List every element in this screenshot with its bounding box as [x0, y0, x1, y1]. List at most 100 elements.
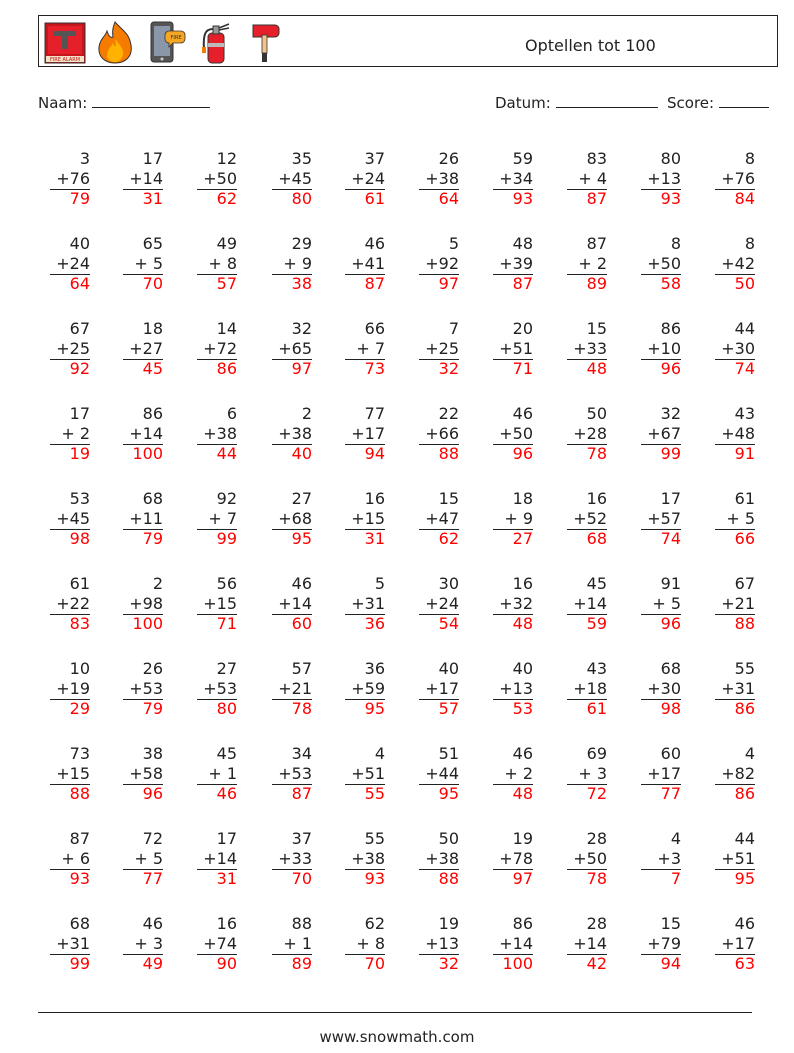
addend-bottom: +17	[721, 933, 755, 953]
problem: 22 +66 88	[419, 404, 459, 464]
answer: 53	[512, 699, 533, 718]
fire-alarm-icon: FIRE ALARM	[44, 22, 86, 64]
answer: 70	[291, 869, 312, 888]
answer: 32	[438, 359, 459, 378]
header-icons: FIRE ALARM FIRE	[43, 19, 287, 65]
answer: 93	[512, 189, 533, 208]
problem: 16 +32 48	[493, 574, 533, 634]
addend-top: 27	[291, 489, 312, 508]
problem: 68 +11 79	[123, 489, 163, 549]
answer: 91	[734, 444, 755, 463]
problem: 40 +13 53	[493, 659, 533, 719]
problem: 56 +15 71	[197, 574, 237, 634]
date-blank[interactable]	[555, 93, 658, 108]
addend-top: 5	[448, 234, 459, 253]
addend-top: 18	[142, 319, 163, 338]
addend-top: 46	[512, 404, 533, 423]
problem: 37 +33 70	[272, 829, 312, 889]
addend-top: 26	[438, 149, 459, 168]
addend-bottom: +30	[647, 678, 681, 698]
answer: 31	[364, 529, 385, 548]
answer: 38	[291, 274, 312, 293]
answer: 88	[734, 614, 755, 633]
addend-bottom: + 4	[578, 168, 607, 188]
problem: 17 +14 31	[123, 149, 163, 209]
problem: 36 +59 95	[345, 659, 385, 719]
addend-top: 19	[438, 914, 459, 933]
addend-top: 67	[734, 574, 755, 593]
answer: 96	[660, 359, 681, 378]
name-blank[interactable]	[92, 93, 211, 108]
addend-bottom: +38	[203, 423, 237, 443]
addend-bottom: +50	[203, 168, 237, 188]
addend-bottom: +10	[647, 338, 681, 358]
answer: 44	[216, 444, 237, 463]
answer: 95	[734, 869, 755, 888]
score-field[interactable]: Score:	[667, 93, 769, 112]
addend-top: 61	[69, 574, 90, 593]
addend-bottom: + 5	[134, 253, 163, 273]
addend-top: 16	[364, 489, 385, 508]
addend-bottom: +98	[129, 593, 163, 613]
answer: 66	[734, 529, 755, 548]
answer: 50	[734, 274, 755, 293]
problem: 37 +24 61	[345, 149, 385, 209]
addend-bottom: +14	[129, 423, 163, 443]
addend-bottom: +24	[56, 253, 90, 273]
answer: 48	[512, 614, 533, 633]
problem: 15 +79 94	[641, 914, 681, 974]
problem: 28 +14 42	[567, 914, 607, 974]
fire-axe-icon	[252, 24, 280, 62]
answer: 79	[142, 529, 163, 548]
problem: 87 + 2 89	[567, 234, 607, 294]
addend-top: 15	[438, 489, 459, 508]
addend-bottom: +53	[129, 678, 163, 698]
problem: 46 + 3 49	[123, 914, 163, 974]
name-field[interactable]: Naam:	[38, 93, 211, 112]
addend-bottom: + 1	[283, 933, 312, 953]
problem: 34 +53 87	[272, 744, 312, 804]
problem: 48 +39 87	[493, 234, 533, 294]
problem: 49 + 8 57	[197, 234, 237, 294]
addend-bottom: + 2	[61, 423, 90, 443]
addend-bottom: + 3	[578, 763, 607, 783]
date-field[interactable]: Datum:	[495, 93, 658, 112]
answer: 87	[586, 189, 607, 208]
problem: 43 +48 91	[715, 404, 755, 464]
addend-bottom: +47	[425, 508, 459, 528]
problem: 59 +34 93	[493, 149, 533, 209]
addend-top: 66	[364, 319, 385, 338]
footer-divider	[38, 1012, 752, 1013]
problem: 45 +14 59	[567, 574, 607, 634]
answer: 87	[291, 784, 312, 803]
answer: 84	[734, 189, 755, 208]
answer: 99	[660, 444, 681, 463]
worksheet-header: FIRE ALARM FIRE Optellen tot 100	[38, 15, 778, 67]
problem: 38 +58 96	[123, 744, 163, 804]
answer: 100	[132, 614, 163, 633]
addend-bottom: +59	[351, 678, 385, 698]
answer: 96	[142, 784, 163, 803]
addend-top: 7	[448, 319, 459, 338]
problem: 44 +30 74	[715, 319, 755, 379]
answer: 59	[586, 614, 607, 633]
addend-bottom: +45	[278, 168, 312, 188]
problem: 12 +50 62	[197, 149, 237, 209]
addend-bottom: + 8	[356, 933, 385, 953]
addend-top: 34	[291, 744, 312, 763]
problem: 15 +33 48	[567, 319, 607, 379]
addend-top: 55	[734, 659, 755, 678]
addend-bottom: +72	[203, 338, 237, 358]
answer: 95	[438, 784, 459, 803]
addend-bottom: +21	[721, 593, 755, 613]
answer: 83	[69, 614, 90, 633]
addend-bottom: +14	[129, 168, 163, 188]
addend-top: 16	[586, 489, 607, 508]
problem: 86 +10 96	[641, 319, 681, 379]
addend-top: 45	[216, 744, 237, 763]
score-blank[interactable]	[718, 93, 769, 108]
addend-bottom: +57	[647, 508, 681, 528]
addend-bottom: +78	[499, 848, 533, 868]
problem: 19 +78 97	[493, 829, 533, 889]
problem: 43 +18 61	[567, 659, 607, 719]
